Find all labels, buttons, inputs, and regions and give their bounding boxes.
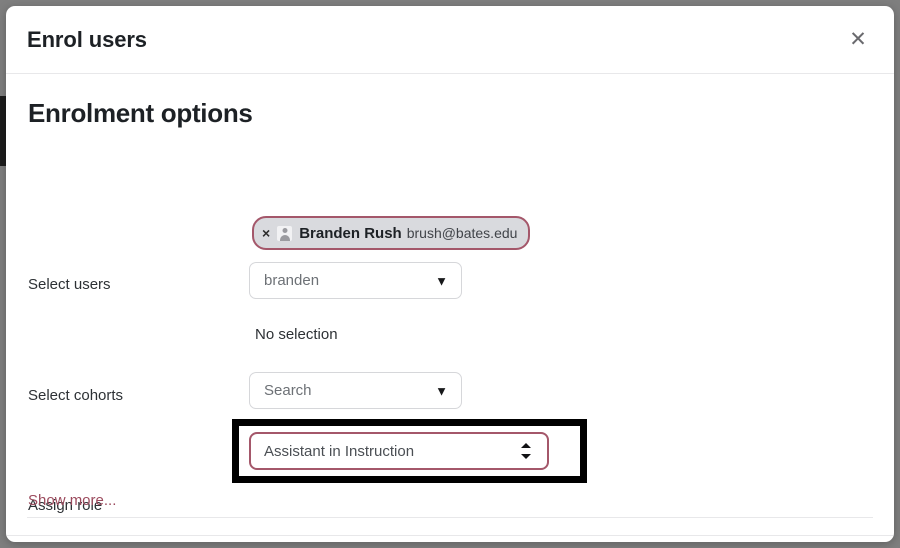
label-select-cohorts: Select cohorts: [28, 387, 124, 404]
search-input-cohorts[interactable]: Search ▼: [249, 372, 462, 409]
chip-user-email: brush@bates.edu: [406, 225, 518, 241]
assign-role-wrap: Assistant in Instruction: [249, 432, 549, 470]
chip-user-name: Branden Rush: [299, 224, 402, 242]
selected-users-list: × Branden Rush brush@bates.edu: [252, 216, 531, 250]
page-title: Enrol users: [27, 26, 147, 52]
show-more-link[interactable]: Show more...: [28, 492, 116, 509]
chevron-down-icon[interactable]: ▼: [435, 384, 448, 397]
selected-user-chip[interactable]: × Branden Rush brush@bates.edu: [252, 216, 531, 250]
close-icon[interactable]: ✕: [840, 22, 876, 58]
body-divider: [27, 517, 873, 518]
modal-header: Enrol users ✕: [6, 6, 894, 74]
chip-remove-icon[interactable]: ×: [262, 226, 270, 240]
assign-role-select[interactable]: Assistant in Instruction: [249, 432, 549, 470]
user-search-wrap: branden ▼: [249, 262, 462, 299]
section-heading: Enrolment options: [28, 98, 253, 128]
user-avatar-icon: [277, 225, 293, 241]
user-search-value: branden: [264, 272, 320, 289]
cohort-search-placeholder: Search: [264, 382, 312, 399]
cohort-search-wrap: Search ▼: [249, 372, 462, 409]
chevron-down-icon[interactable]: ▼: [435, 274, 448, 287]
modal-body: Enrolment options Select users × Branden…: [6, 74, 894, 542]
select-updown-icon: [521, 443, 531, 459]
search-input-users[interactable]: branden ▼: [249, 262, 462, 299]
enrol-users-modal: Enrol users ✕ Enrolment options Select u…: [6, 6, 894, 542]
modal-footer: Cancel Enrol selected users and cohorts: [6, 535, 894, 542]
label-select-users: Select users: [28, 276, 111, 293]
assign-role-value: Assistant in Instruction: [264, 442, 415, 460]
cohorts-no-selection-text: No selection: [255, 326, 338, 343]
